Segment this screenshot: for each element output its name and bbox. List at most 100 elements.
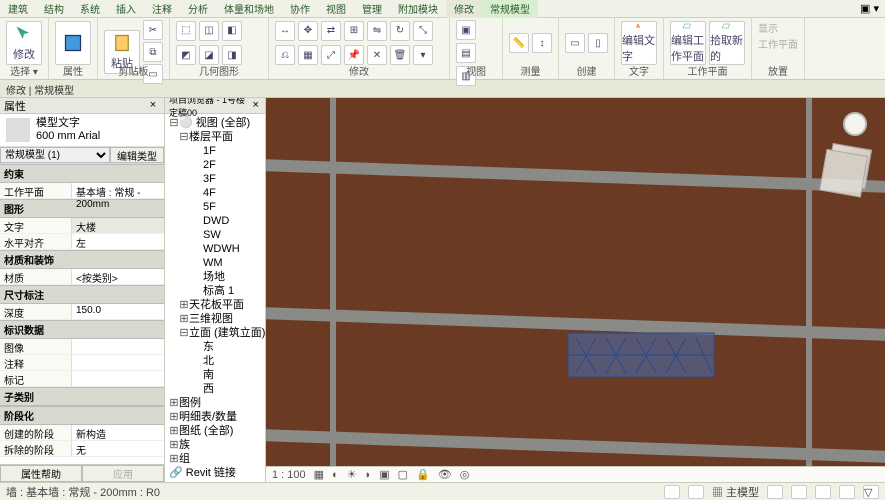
cope-button[interactable]: ⬚ <box>176 21 196 41</box>
tab-annotate[interactable]: 注释 <box>144 0 180 18</box>
dimension-button[interactable]: ↕ <box>532 33 552 53</box>
modify-button[interactable]: 修改 <box>6 21 42 65</box>
tree-fp-item[interactable]: WM <box>167 256 263 270</box>
edit-type-button[interactable]: 编辑类型 <box>110 147 164 163</box>
align-button[interactable]: ↔ <box>275 21 295 41</box>
properties-help-button[interactable]: 属性帮助 <box>0 465 82 482</box>
prop-cat-constraints[interactable]: 约束 <box>0 164 164 183</box>
tree-fp-item[interactable]: WDWH <box>167 242 263 256</box>
tree-fp-item[interactable]: 场地 <box>167 270 263 284</box>
scale-control[interactable]: 1 : 100 <box>272 469 306 481</box>
status-icon[interactable] <box>688 485 704 499</box>
instance-filter[interactable]: 常规模型 (1) <box>0 147 110 163</box>
tab-sys[interactable]: 系统 <box>72 0 108 18</box>
tree-fp-item[interactable]: 3F <box>167 172 263 186</box>
tab-massing[interactable]: 体量和场地 <box>216 0 282 18</box>
tree-fp-item[interactable]: 4F <box>167 186 263 200</box>
nav-wheel-icon[interactable] <box>843 112 867 136</box>
ribbon-expand-icon[interactable]: ▣ ▾ <box>854 2 885 15</box>
prop-cat-subcategory[interactable]: 子类别 <box>0 387 164 406</box>
view1-button[interactable]: ▣ <box>456 20 476 40</box>
prop-row[interactable]: 标记 <box>0 371 164 387</box>
tree-views[interactable]: ⊟⚪ 视图 (全部) <box>167 116 263 130</box>
tab-insert[interactable]: 插入 <box>108 0 144 18</box>
tree-sheets[interactable]: ⊞图纸 (全部) <box>167 424 263 438</box>
tree-fp-item[interactable]: 标高 1 <box>167 284 263 298</box>
properties-close-icon[interactable]: × <box>146 99 160 113</box>
cut-geom-button[interactable]: ◫ <box>199 21 219 41</box>
apply-button[interactable]: 应用 <box>82 465 164 482</box>
tree-groups[interactable]: ⊞组 <box>167 452 263 466</box>
status-icon[interactable] <box>664 485 680 499</box>
status-icon[interactable] <box>767 485 783 499</box>
prop-row[interactable]: 工作平面基本墙 : 常规 - 200mm <box>0 183 164 199</box>
prop-val[interactable]: 无 <box>72 441 164 456</box>
prop-val[interactable]: 基本墙 : 常规 - 200mm <box>72 183 164 198</box>
mirror-button[interactable]: ⇋ <box>367 21 387 41</box>
prop-val[interactable] <box>72 355 164 370</box>
browser-close-icon[interactable]: × <box>250 99 261 113</box>
tree-fp-item[interactable]: 1F <box>167 144 263 158</box>
rotate-button[interactable]: ↻ <box>390 21 410 41</box>
tree-families[interactable]: ⊞族 <box>167 438 263 452</box>
tab-struct[interactable]: 结构 <box>36 0 72 18</box>
tree-fp-item[interactable]: DWD <box>167 214 263 228</box>
tree-ceiling[interactable]: ⊞天花板平面 <box>167 298 263 312</box>
reveal-icon[interactable]: ◎ <box>460 468 470 481</box>
tree-elev-item[interactable]: 南 <box>167 368 263 382</box>
tree-floorplans[interactable]: ⊟楼层平面 <box>167 130 263 144</box>
prop-row[interactable]: 创建的阶段新构造 <box>0 425 164 441</box>
prop-val[interactable]: 150.0 <box>72 304 164 319</box>
selected-model-text[interactable] <box>566 323 716 383</box>
crop-visible-icon[interactable]: ▢ <box>398 468 408 481</box>
prop-row[interactable]: 水平对齐左 <box>0 234 164 250</box>
prop-val[interactable]: 新构造 <box>72 425 164 440</box>
prop-row[interactable]: 图像 <box>0 339 164 355</box>
detail-level-icon[interactable]: ▦ <box>314 468 324 481</box>
tree-elev[interactable]: ⊟立面 (建筑立面) <box>167 326 263 340</box>
cut-button[interactable]: ✂ <box>143 20 163 40</box>
status-icon[interactable] <box>791 485 807 499</box>
tree-elev-item[interactable]: 东 <box>167 340 263 354</box>
create2-button[interactable]: ▯ <box>588 33 608 53</box>
prop-cat-identity[interactable]: 标识数据 <box>0 320 164 339</box>
sun-path-icon[interactable]: ☀ <box>347 468 357 481</box>
prop-val[interactable]: 左 <box>72 234 164 249</box>
prop-row[interactable]: 拆除的阶段无 <box>0 441 164 457</box>
viewport[interactable]: 1 : 100 ▦ ◐ ☀ ◗ ▣ ▢ 🔒 👁 ◎ <box>266 98 885 482</box>
prop-row[interactable]: 材质<按类别> <box>0 269 164 285</box>
pick-workplane-button[interactable]: 拾取新的 <box>709 21 745 65</box>
tab-view[interactable]: 视图 <box>318 0 354 18</box>
offset-button[interactable]: ⇄ <box>321 21 341 41</box>
type-selector[interactable]: 模型文字600 mm Arial <box>0 114 164 146</box>
prop-val[interactable] <box>72 339 164 354</box>
status-icon[interactable] <box>815 485 831 499</box>
prop-val[interactable]: 大楼 <box>72 218 164 233</box>
shadows-icon[interactable]: ◗ <box>365 469 372 481</box>
prop-cat-dimensions[interactable]: 尺寸标注 <box>0 285 164 304</box>
tab-generic-model[interactable]: 常规模型 <box>482 0 538 18</box>
temp-hide-icon[interactable]: 👁 <box>438 468 452 481</box>
move-button[interactable]: ✥ <box>298 21 318 41</box>
tree-links[interactable]: 🔗 Revit 链接 <box>167 466 263 480</box>
tree-elev-item[interactable]: 北 <box>167 354 263 368</box>
filter-icon[interactable]: ▽ <box>863 485 879 499</box>
crop-icon[interactable]: ▣ <box>379 468 389 481</box>
create1-button[interactable]: ▭ <box>565 33 585 53</box>
prop-cat-phasing[interactable]: 阶段化 <box>0 406 164 425</box>
measure-button[interactable]: 📏 <box>509 33 529 53</box>
status-icon[interactable] <box>839 485 855 499</box>
tab-collab[interactable]: 协作 <box>282 0 318 18</box>
viewcube[interactable] <box>826 143 872 189</box>
tree-elev-item[interactable]: 西 <box>167 382 263 396</box>
tree-fp-item[interactable]: 2F <box>167 158 263 172</box>
prop-row[interactable]: 文字大楼 <box>0 218 164 234</box>
copy-mod-button[interactable]: ⊞ <box>344 21 364 41</box>
tree-fp-item[interactable]: 5F <box>167 200 263 214</box>
tab-addins[interactable]: 附加模块 <box>390 0 446 18</box>
edit-text-button[interactable]: A编辑文字 <box>621 21 657 65</box>
tab-modify[interactable]: 修改 <box>446 0 482 18</box>
status-model[interactable]: ▦ 主模型 <box>712 484 759 500</box>
prop-val[interactable] <box>72 371 164 386</box>
edit-workplane-button[interactable]: 编辑工作平面 <box>670 21 706 65</box>
